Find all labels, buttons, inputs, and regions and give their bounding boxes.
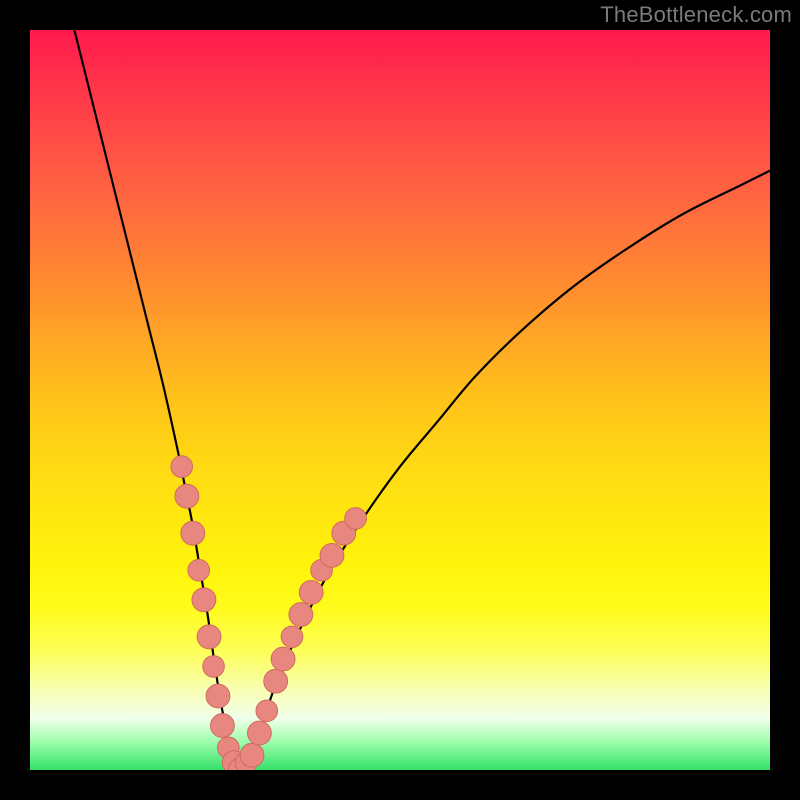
curve-marker xyxy=(289,603,313,627)
curve-marker xyxy=(264,669,288,693)
curve-marker xyxy=(271,647,295,671)
curve-marker xyxy=(206,684,230,708)
curve-marker xyxy=(192,588,216,612)
curve-marker xyxy=(175,484,199,508)
curve-marker xyxy=(320,543,344,567)
curve-marker xyxy=(181,521,205,545)
chart-frame: TheBottleneck.com xyxy=(0,0,800,800)
bottleneck-curve xyxy=(74,30,770,770)
watermark-text: TheBottleneck.com xyxy=(600,2,792,28)
curve-marker xyxy=(197,625,221,649)
curve-marker xyxy=(299,580,323,604)
plot-area xyxy=(30,30,770,770)
curve-marker xyxy=(210,714,234,738)
curve-marker xyxy=(281,626,303,648)
curve-marker xyxy=(247,721,271,745)
chart-svg xyxy=(30,30,770,770)
curve-marker xyxy=(345,508,367,530)
curve-marker xyxy=(240,743,264,767)
curve-marker xyxy=(171,456,193,478)
curve-marker xyxy=(203,656,225,678)
curve-marker xyxy=(256,700,278,722)
curve-markers xyxy=(171,456,367,770)
curve-marker xyxy=(188,559,210,581)
